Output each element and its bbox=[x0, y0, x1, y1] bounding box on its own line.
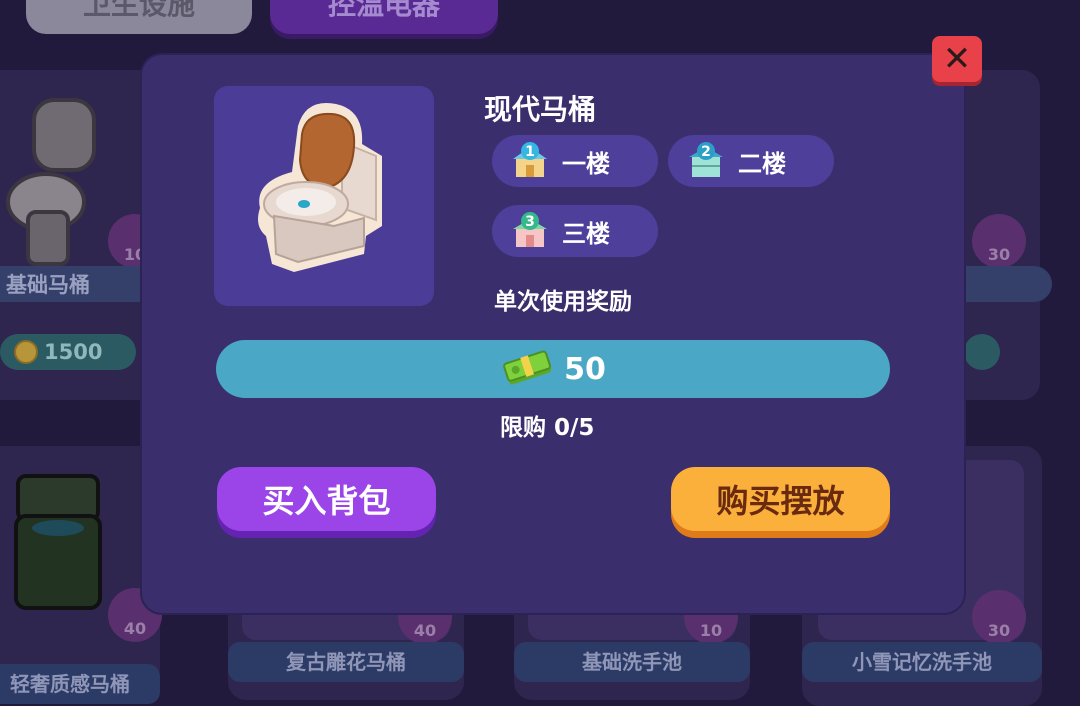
cash-stack-icon bbox=[503, 350, 552, 385]
shop-card[interactable]: 40 轻奢质感马桶 bbox=[0, 446, 162, 704]
card-name: 基础洗手池 bbox=[514, 642, 750, 682]
floor-chip-2[interactable]: 2 二楼 bbox=[668, 135, 834, 187]
toilet-icon bbox=[258, 102, 382, 272]
floor-label: 二楼 bbox=[738, 149, 786, 178]
floor-label: 三楼 bbox=[562, 219, 610, 248]
coin-icon bbox=[14, 340, 38, 364]
card-name: 小雪记忆洗手池 bbox=[802, 642, 1042, 682]
score-value: 40 bbox=[413, 621, 437, 640]
score-value: 10 bbox=[699, 621, 723, 640]
reward-amount: 50 bbox=[564, 351, 606, 387]
floor-number: 2 bbox=[701, 144, 711, 160]
item-title: 现代马桶 bbox=[484, 93, 597, 126]
price-value: 1500 bbox=[44, 340, 103, 364]
card-name: 复古雕花马桶 bbox=[228, 642, 464, 682]
card-name: 基础马桶 bbox=[0, 266, 156, 302]
house-icon: 1 bbox=[513, 142, 547, 177]
house-icon: 3 bbox=[513, 212, 547, 247]
score-value: 30 bbox=[987, 245, 1011, 264]
reward-label: 单次使用奖励 bbox=[494, 289, 632, 315]
floor-number: 1 bbox=[525, 144, 535, 160]
floor-number: 3 bbox=[525, 214, 535, 230]
purchase-limit: 限购 0/5 bbox=[500, 415, 595, 441]
close-icon: ✕ bbox=[942, 39, 972, 79]
buy-to-bag-button[interactable]: 买入背包 bbox=[217, 467, 436, 531]
card-price: 1500 bbox=[0, 334, 136, 370]
item-preview bbox=[214, 86, 434, 306]
floor-label: 一楼 bbox=[562, 149, 610, 178]
card-name: 轻奢质感马桶 bbox=[0, 664, 160, 704]
floor-chip-3[interactable]: 3 三楼 bbox=[492, 205, 658, 257]
reward-bar: 50 bbox=[216, 340, 890, 398]
basic-toilet-icon bbox=[6, 98, 96, 266]
tab-sanitation[interactable]: 卫生设施 bbox=[26, 0, 252, 34]
score-value: 40 bbox=[123, 619, 147, 638]
card-price-bar bbox=[964, 334, 1000, 370]
dark-toilet-icon bbox=[14, 474, 102, 610]
buy-and-place-button[interactable]: 购买摆放 bbox=[671, 467, 890, 531]
score-badge: 30 bbox=[972, 590, 1026, 644]
floor-chip-1[interactable]: 1 一楼 bbox=[492, 135, 658, 187]
house-icon: 2 bbox=[689, 142, 723, 177]
score-badge: 30 bbox=[972, 214, 1026, 268]
score-value: 30 bbox=[987, 621, 1011, 640]
tab-climate-appliances[interactable]: 控温电器 bbox=[270, 0, 498, 34]
close-button[interactable]: ✕ bbox=[932, 36, 982, 82]
card-name-bar bbox=[964, 266, 1052, 302]
